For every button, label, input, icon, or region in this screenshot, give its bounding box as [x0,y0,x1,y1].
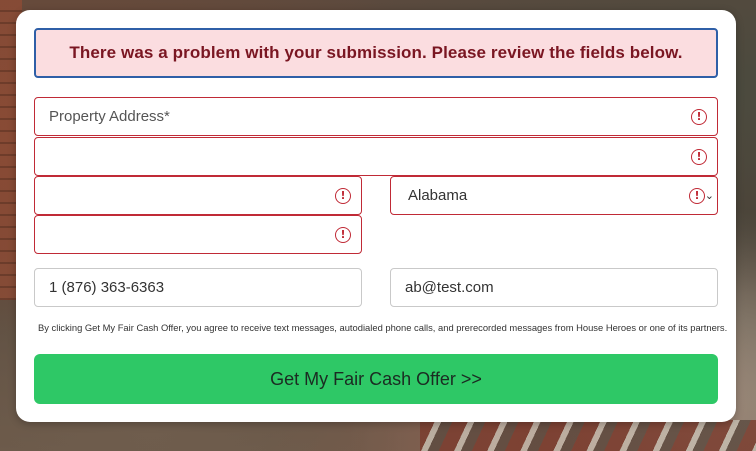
consent-disclaimer: By clicking Get My Fair Cash Offer, you … [38,322,728,333]
error-icon: ! [335,187,351,204]
chevron-down-icon: ⌄ [704,188,714,202]
error-icon: ! [691,108,707,125]
state-select[interactable]: Alabama ! ⌄ [390,176,718,215]
error-icon: ! [691,148,707,165]
error-banner: There was a problem with your submission… [34,28,718,78]
email-field [390,268,718,307]
get-cash-offer-button[interactable]: Get My Fair Cash Offer >> [34,354,718,404]
property-address-input[interactable] [35,98,717,135]
email-input[interactable] [391,269,717,306]
zip-input[interactable] [35,216,361,253]
city-input[interactable] [35,177,361,214]
city-field: ! [34,176,362,215]
zip-field: ! [34,215,362,254]
background-debris [420,420,756,451]
error-icon: ! [689,187,705,204]
phone-input[interactable] [35,269,361,306]
error-icon: ! [335,226,351,243]
address-line2-input[interactable] [35,138,717,175]
state-select-value: Alabama [408,187,468,204]
phone-field [34,268,362,307]
lead-form-card: There was a problem with your submission… [16,10,736,422]
error-banner-text: There was a problem with your submission… [69,43,683,62]
address-line2-field: ! [34,137,718,176]
property-address-field: ! [34,97,718,136]
